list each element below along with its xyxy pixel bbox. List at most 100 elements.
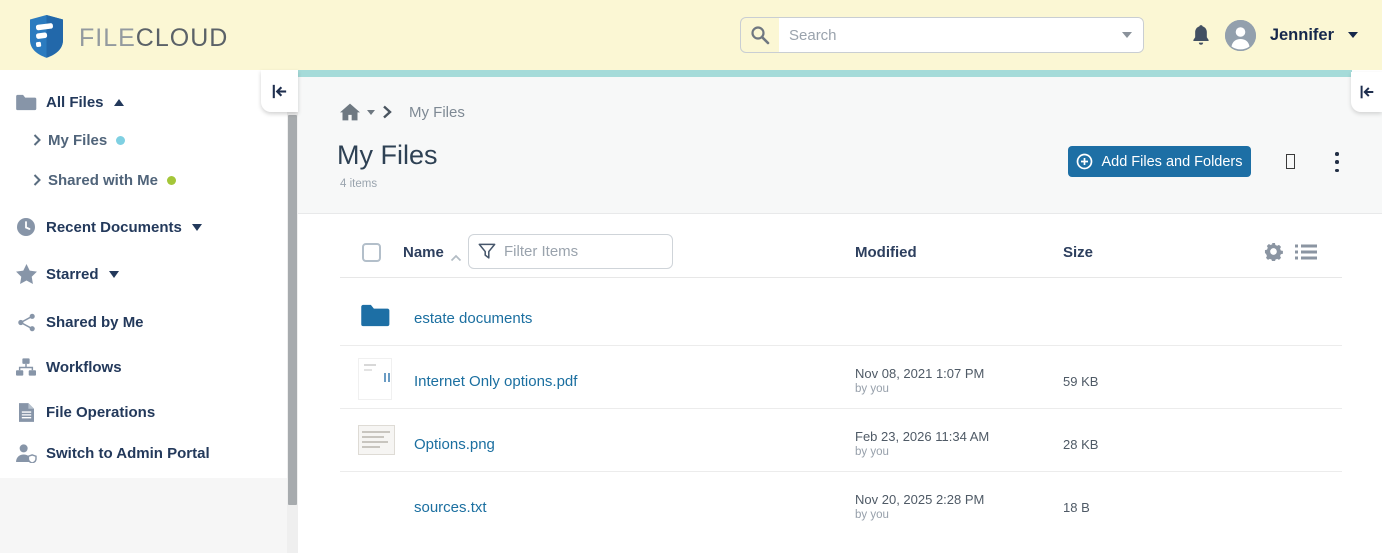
sidebar-item-label: Shared by Me	[46, 313, 144, 331]
sidebar-item-all-files[interactable]: All Files	[0, 89, 287, 115]
sidebar: All Files My Files Shared with Me Recent…	[0, 70, 287, 553]
pdf-thumbnail[interactable]	[358, 358, 392, 400]
sidebar-item-label: Switch to Admin Portal	[46, 444, 210, 462]
details-collapse-button[interactable]	[1351, 72, 1382, 112]
modified-by: by you	[855, 383, 889, 395]
sort-ascending-icon[interactable]	[450, 249, 462, 267]
sidebar-item-workflows[interactable]: Workflows	[0, 354, 287, 380]
filecloud-app: FILECLOUD Jennifer All File	[0, 0, 1382, 553]
main-panel: My Files My Files 4 items Add Files and …	[298, 70, 1382, 553]
sidebar-item-label: My Files	[48, 131, 108, 149]
section-divider	[298, 213, 1382, 214]
home-dropdown-caret-icon[interactable]	[367, 109, 375, 115]
sidebar-item-starred[interactable]: Starred	[0, 261, 287, 287]
file-row-name[interactable]: sources.txt	[414, 499, 487, 516]
filecloud-shield-icon	[28, 14, 65, 63]
sidebar-bottom-area	[0, 478, 287, 553]
sidebar-collapse-button[interactable]	[261, 70, 298, 112]
image-thumbnail[interactable]	[358, 425, 395, 455]
notifications-bell-icon[interactable]	[1191, 24, 1211, 47]
folder-icon[interactable]	[360, 303, 390, 333]
page-header-band	[298, 77, 1382, 213]
folder-icon	[14, 94, 38, 111]
share-icon	[14, 313, 38, 332]
sidebar-item-my-files[interactable]: My Files	[0, 127, 287, 153]
sidebar-item-recent-documents[interactable]: Recent Documents	[0, 214, 287, 240]
sidebar-item-label: Starred	[46, 265, 99, 283]
home-icon[interactable]	[340, 103, 360, 121]
collapse-to-left-icon	[272, 84, 287, 98]
accent-bar	[298, 70, 1352, 77]
filecloud-logo[interactable]: FILECLOUD	[28, 14, 228, 63]
column-header-size[interactable]: Size	[1063, 244, 1093, 261]
settings-gear-icon[interactable]	[1264, 242, 1283, 266]
document-icon	[14, 402, 38, 422]
filter-funnel-icon	[478, 243, 496, 261]
breadcrumb-chevron-icon	[382, 105, 392, 119]
sidebar-item-label: File Operations	[46, 403, 156, 421]
chevron-right-icon	[33, 174, 41, 186]
file-size: 18 B	[1063, 500, 1090, 515]
sidebar-item-label: Workflows	[46, 358, 122, 376]
column-header-modified[interactable]: Modified	[855, 244, 917, 261]
modified-by: by you	[855, 509, 889, 521]
row-divider	[340, 471, 1342, 472]
header-user-area: Jennifer	[1191, 0, 1358, 70]
filter-items-input[interactable]	[504, 243, 663, 260]
modified-date: Nov 20, 2025 2:28 PM	[855, 492, 985, 507]
file-size: 59 KB	[1063, 374, 1099, 389]
user-menu-caret-icon[interactable]	[1348, 32, 1358, 38]
search-scope-dropdown[interactable]	[1109, 18, 1143, 52]
status-dot-green	[167, 175, 177, 185]
app-header: FILECLOUD Jennifer	[0, 0, 1382, 70]
search-bar	[740, 17, 1144, 53]
unknown-glyph-icon[interactable]	[1286, 154, 1295, 169]
column-header-name[interactable]: Name	[403, 244, 444, 261]
person-icon	[1224, 19, 1256, 51]
file-row-name[interactable]: Options.png	[414, 436, 495, 453]
sidebar-scrollbar[interactable]	[287, 70, 298, 553]
select-all-checkbox[interactable]	[362, 243, 381, 262]
sidebar-item-label: Shared with Me	[48, 171, 159, 189]
admin-user-icon	[14, 443, 38, 463]
sidebar-item-shared-with-me[interactable]: Shared with Me	[0, 167, 287, 193]
collapse-to-left-icon	[1360, 85, 1373, 99]
modified-date: Nov 08, 2021 1:07 PM	[855, 366, 985, 381]
row-divider	[340, 408, 1342, 409]
file-row-name[interactable]: estate documents	[414, 310, 532, 327]
search-input[interactable]	[779, 18, 1109, 52]
breadcrumb-current: My Files	[409, 103, 465, 121]
modified-date: Feb 23, 2026 11:34 AM	[855, 429, 990, 444]
collapse-caret-icon	[113, 98, 124, 106]
expand-caret-icon	[108, 270, 119, 278]
chevron-right-icon	[33, 134, 41, 146]
sidebar-scrollbar-thumb[interactable]	[288, 115, 297, 505]
user-name[interactable]: Jennifer	[1270, 26, 1334, 45]
add-files-and-folders-button[interactable]: Add Files and Folders	[1068, 146, 1251, 177]
breadcrumb: My Files	[340, 103, 465, 121]
more-options-kebab-icon[interactable]	[1328, 152, 1346, 172]
filecloud-logo-text: FILECLOUD	[79, 24, 229, 52]
filter-input-group	[468, 234, 673, 269]
file-size: 28 KB	[1063, 437, 1099, 452]
workflow-icon	[14, 357, 38, 377]
modified-by: by you	[855, 446, 889, 458]
sidebar-item-label: Recent Documents	[46, 218, 182, 236]
search-icon	[741, 18, 779, 52]
expand-caret-icon	[191, 223, 202, 231]
star-icon	[14, 264, 38, 284]
sidebar-item-file-operations[interactable]: File Operations	[0, 399, 287, 425]
user-avatar[interactable]	[1224, 19, 1256, 51]
sidebar-item-label: All Files	[46, 93, 104, 111]
plus-circle-icon	[1077, 153, 1093, 170]
sidebar-item-switch-admin-portal[interactable]: Switch to Admin Portal	[0, 440, 287, 466]
status-dot-cyan	[116, 135, 126, 145]
row-divider	[340, 345, 1342, 346]
list-view-icon[interactable]	[1295, 244, 1317, 265]
table-header-divider	[340, 277, 1342, 278]
clock-icon	[14, 217, 38, 237]
file-row-name[interactable]: Internet Only options.pdf	[414, 373, 577, 390]
sidebar-item-shared-by-me[interactable]: Shared by Me	[0, 309, 287, 335]
item-count: 4 items	[340, 178, 378, 190]
page-title: My Files	[337, 140, 438, 170]
